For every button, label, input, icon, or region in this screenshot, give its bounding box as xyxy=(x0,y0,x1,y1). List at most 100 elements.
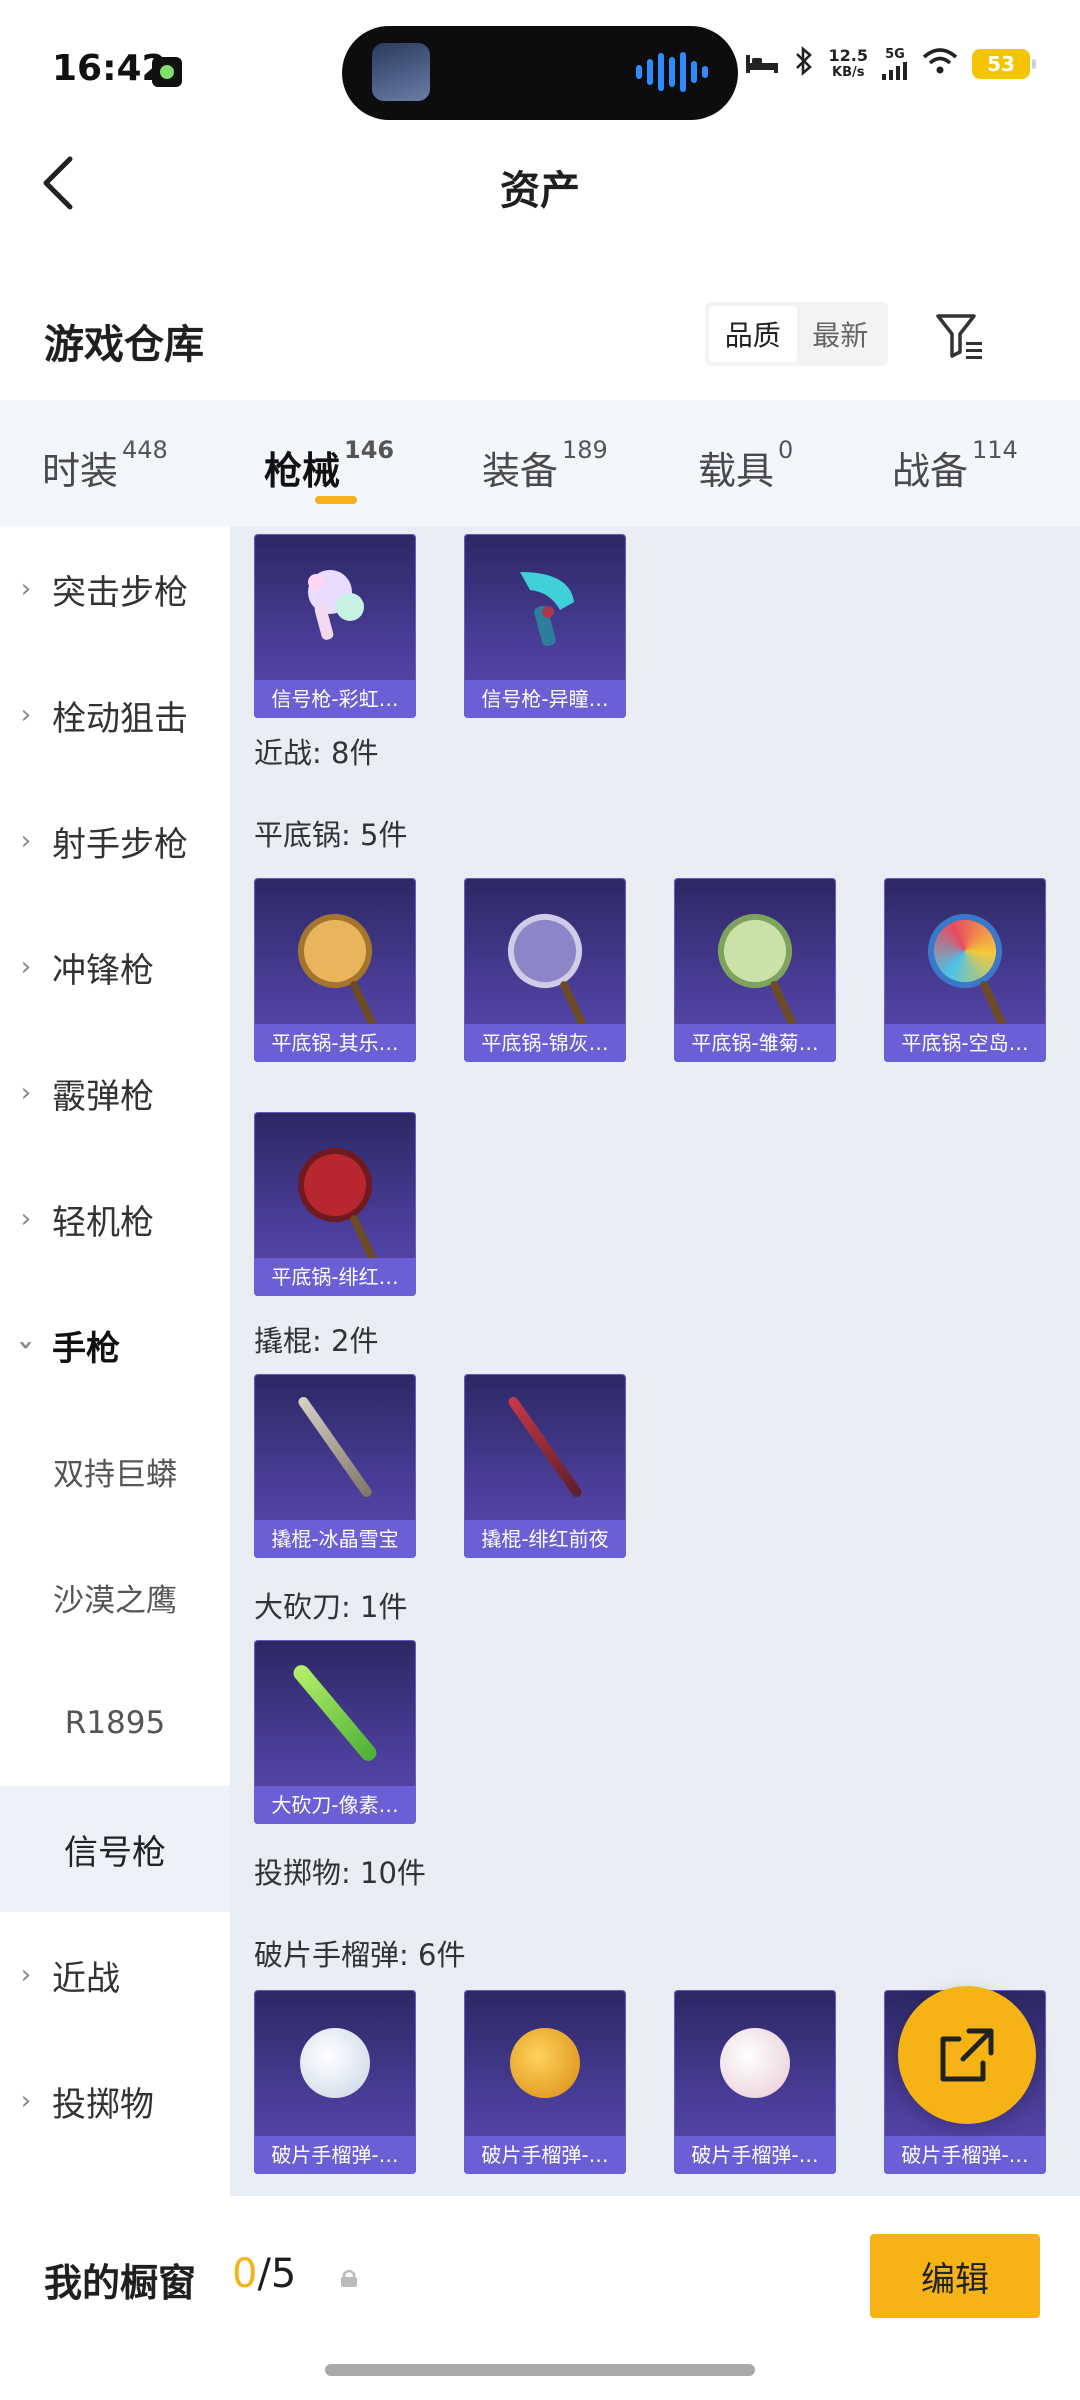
item-card[interactable]: 平底锅-绯红… xyxy=(254,1112,416,1296)
frying-pan-image xyxy=(254,1112,416,1258)
item-name: 平底锅-雏菊… xyxy=(674,1024,836,1062)
chevron-right-icon: › xyxy=(20,574,32,604)
item-card[interactable]: 撬棍-绯红前夜 xyxy=(464,1374,626,1558)
grenade-image xyxy=(674,1990,836,2136)
sidebar-item-bolt-sniper[interactable]: › 栓动狙击 xyxy=(0,652,230,778)
clock: 16:42 xyxy=(52,48,167,89)
chevron-right-icon: › xyxy=(20,700,32,730)
chevron-right-icon: › xyxy=(20,1078,32,1108)
sidebar-item-throwables[interactable]: › 投掷物 xyxy=(0,2038,230,2164)
item-name: 破片手榴弹-… xyxy=(464,2136,626,2174)
lock-icon xyxy=(338,2268,360,2287)
item-card[interactable]: 破片手榴弹-… xyxy=(464,1990,626,2174)
chevron-right-icon: › xyxy=(20,2086,32,2116)
sidebar-subitem-flare-gun[interactable]: 信号枪 xyxy=(0,1786,230,1912)
item-name: 平底锅-其乐… xyxy=(254,1024,416,1062)
flare-gun-image xyxy=(254,534,416,680)
sidebar-subitem-dual-python[interactable]: 双持巨蟒 xyxy=(0,1408,230,1534)
active-tab-indicator xyxy=(315,496,357,504)
sort-option-newest[interactable]: 最新 xyxy=(797,306,885,362)
item-card[interactable]: 平底锅-其乐… xyxy=(254,878,416,1062)
item-name: 破片手榴弹-… xyxy=(674,2136,836,2174)
item-card[interactable]: 撬棍-冰晶雪宝 xyxy=(254,1374,416,1558)
crowbar-image xyxy=(254,1374,416,1520)
showcase-count: 0/5 xyxy=(232,2251,297,2297)
group-heading-throwables: 投掷物: 10件 xyxy=(254,1856,426,1890)
item-card[interactable]: 平底锅-雏菊… xyxy=(674,878,836,1062)
showcase-bar: 我的橱窗 0/5 编辑 xyxy=(0,2196,1080,2400)
frying-pan-image xyxy=(464,878,626,1024)
tab-equipment[interactable]: 装备 189 xyxy=(482,436,608,495)
filter-icon[interactable] xyxy=(930,306,990,366)
sidebar-subitem-r1895[interactable]: R1895 xyxy=(0,1660,230,1786)
grenade-image xyxy=(254,1990,416,2136)
item-name: 破片手榴弹-… xyxy=(254,2136,416,2174)
edit-button[interactable]: 编辑 xyxy=(870,2234,1040,2318)
group-heading-machete: 大砍刀: 1件 xyxy=(254,1590,408,1624)
home-indicator[interactable] xyxy=(325,2364,755,2376)
crowbar-image xyxy=(464,1374,626,1520)
group-heading-crowbar: 撬棍: 2件 xyxy=(254,1324,379,1358)
battery-indicator: 53 xyxy=(972,48,1036,79)
sort-option-quality[interactable]: 品质 xyxy=(709,306,797,362)
chevron-right-icon: › xyxy=(20,826,32,856)
group-heading-melee: 近战: 8件 xyxy=(254,736,379,770)
cellular-signal-icon: 5G xyxy=(882,47,908,80)
flare-gun-image xyxy=(464,534,626,680)
group-heading-pan: 平底锅: 5件 xyxy=(254,818,408,852)
audio-waveform-icon xyxy=(636,52,708,92)
share-export-icon xyxy=(940,2028,994,2082)
frying-pan-image xyxy=(674,878,836,1024)
tab-firearms[interactable]: 枪械 146 xyxy=(264,436,394,495)
status-bar: 16:42 12.5 KB/s 5G 53 xyxy=(0,0,1080,130)
bluetooth-icon xyxy=(793,46,815,81)
dynamic-island[interactable] xyxy=(342,26,738,120)
wifi-icon xyxy=(922,47,958,80)
chevron-right-icon: › xyxy=(20,1204,32,1234)
page-title: 资产 xyxy=(500,168,580,214)
chevron-down-icon: › xyxy=(11,1339,41,1351)
item-card[interactable]: 大砍刀-像素… xyxy=(254,1640,416,1824)
item-name: 撬棍-绯红前夜 xyxy=(464,1520,626,1558)
sidebar-item-shotgun[interactable]: › 霰弹枪 xyxy=(0,1030,230,1156)
machete-image xyxy=(254,1640,416,1786)
item-name: 平底锅-锦灰… xyxy=(464,1024,626,1062)
chevron-right-icon: › xyxy=(20,1960,32,1990)
media-thumbnail xyxy=(372,43,430,101)
chevron-right-icon: › xyxy=(20,952,32,982)
sidebar-item-marksman-rifle[interactable]: › 射手步枪 xyxy=(0,778,230,904)
status-icons: 12.5 KB/s 5G 53 xyxy=(745,45,1036,81)
sort-toggle[interactable]: 品质 最新 xyxy=(705,302,888,366)
sidebar-item-melee[interactable]: › 近战 xyxy=(0,1912,230,2038)
sidebar-item-smg[interactable]: › 冲锋枪 xyxy=(0,904,230,1030)
item-card[interactable]: 平底锅-锦灰… xyxy=(464,878,626,1062)
share-export-button[interactable] xyxy=(898,1986,1036,2124)
sidebar-subitem-desert-eagle[interactable]: 沙漠之鹰 xyxy=(0,1534,230,1660)
tab-supplies[interactable]: 战备 114 xyxy=(892,436,1018,495)
item-card[interactable]: 破片手榴弹-… xyxy=(674,1990,836,2174)
item-card[interactable]: 破片手榴弹-… xyxy=(254,1990,416,2174)
tab-fashion[interactable]: 时装 448 xyxy=(42,436,168,495)
bed-icon xyxy=(745,48,779,80)
showcase-title: 我的橱窗 xyxy=(44,2261,197,2305)
weapon-category-sidebar: › 突击步枪 › 栓动狙击 › 射手步枪 › 冲锋枪 › 霰弹枪 › 轻机枪 › 手枪 双持巨… xyxy=(0,526,230,2196)
network-speed: 12.5 KB/s xyxy=(828,45,868,80)
sidebar-item-lmg[interactable]: › 轻机枪 xyxy=(0,1156,230,1282)
frying-pan-image xyxy=(884,878,1046,1024)
item-name: 信号枪-异瞳… xyxy=(464,680,626,718)
section-title: 游戏仓库 xyxy=(44,322,204,368)
sidebar-item-pistol[interactable]: › 手枪 xyxy=(0,1282,230,1408)
grenade-image xyxy=(464,1990,626,2136)
tab-vehicles[interactable]: 载具 0 xyxy=(698,436,793,495)
category-tabs: 时装 448 枪械 146 装备 189 载具 0 战备 114 xyxy=(0,400,1080,526)
sidebar-item-assault-rifle[interactable]: › 突击步枪 xyxy=(0,526,230,652)
item-name: 平底锅-空岛… xyxy=(884,1024,1046,1062)
item-name: 平底锅-绯红… xyxy=(254,1258,416,1296)
item-card[interactable]: 信号枪-彩虹… xyxy=(254,534,416,718)
item-grid: 信号枪-彩虹… 信号枪-异瞳… 近战: 8件 平底锅: 5件 平底锅-其乐… 平… xyxy=(230,526,1080,2196)
item-card[interactable]: 信号枪-异瞳… xyxy=(464,534,626,718)
group-heading-frag-grenade: 破片手榴弹: 6件 xyxy=(254,1938,466,1972)
item-card[interactable]: 平底锅-空岛… xyxy=(884,878,1046,1062)
item-name: 撬棍-冰晶雪宝 xyxy=(254,1520,416,1558)
item-name: 大砍刀-像素… xyxy=(254,1786,416,1824)
